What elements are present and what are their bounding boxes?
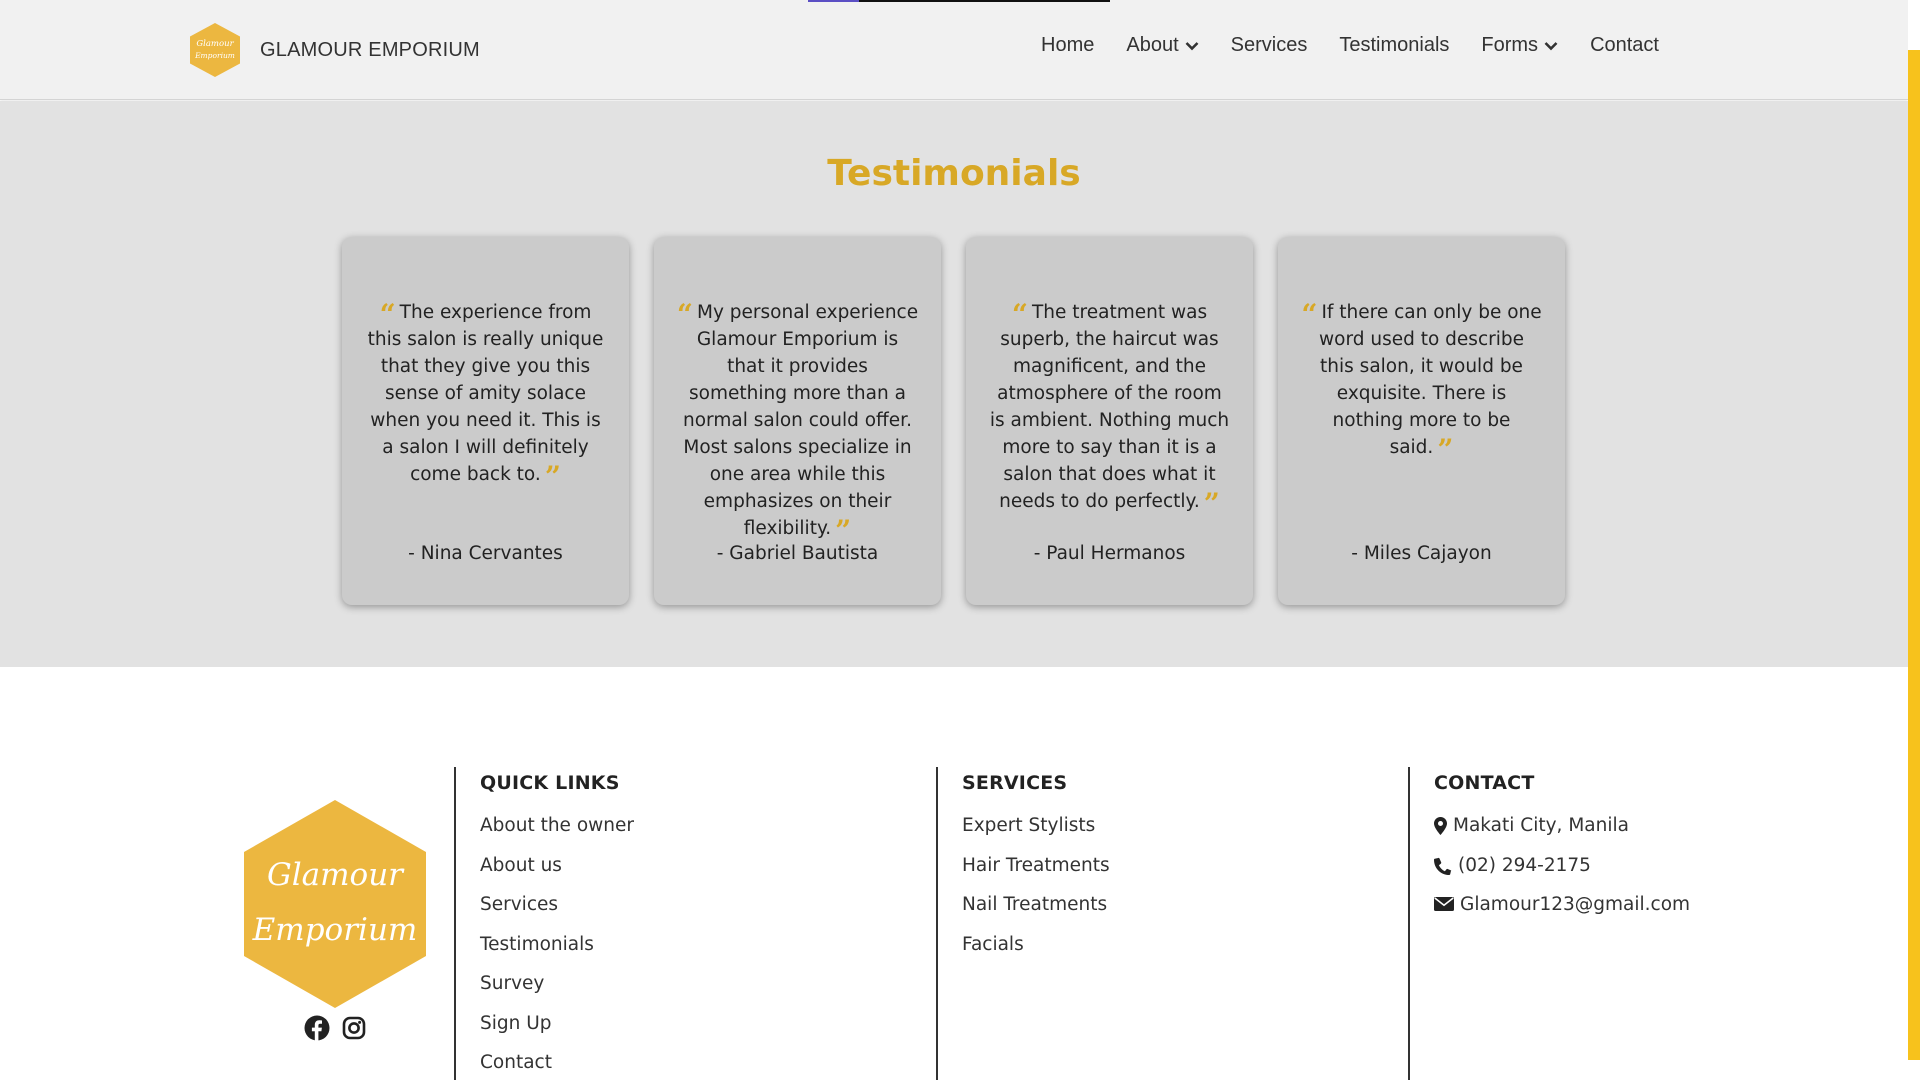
- testimonial-quote: “The treatment was superb, the haircut w…: [988, 298, 1231, 518]
- quote-open-icon: “: [676, 298, 693, 331]
- service-link-nail-treatments[interactable]: Nail Treatments: [962, 894, 1408, 934]
- chevron-down-icon: [1544, 41, 1558, 50]
- footer-logo-line1: Glamour: [267, 857, 405, 893]
- testimonial-author: - Paul Hermanos: [1033, 543, 1186, 564]
- contact-text: (02) 294-2175: [1458, 854, 1591, 876]
- quick-link-contact[interactable]: Contact: [480, 1052, 936, 1080]
- quick-link-survey[interactable]: Survey: [480, 973, 936, 1013]
- services-list: Expert Stylists Hair Treatments Nail Treat…: [962, 815, 1408, 973]
- testimonial-author: - Gabriel Bautista: [716, 543, 879, 564]
- testimonial-quote-text: The treatment was superb, the haircut wa…: [989, 302, 1230, 512]
- scrollbar-thumb[interactable]: [1908, 50, 1920, 1061]
- navbar: Glamour Emporium GLAMOUR EMPORIUM Home Ab…: [0, 0, 1908, 100]
- testimonial-card: “The treatment was superb, the haircut w…: [966, 237, 1253, 605]
- quick-link-sign-up[interactable]: Sign Up: [480, 1013, 936, 1053]
- phone-icon: [1434, 855, 1458, 881]
- quote-close-icon: ”: [1203, 487, 1220, 520]
- quote-open-icon: “: [379, 298, 396, 331]
- contact-item-envelope: Glamour123@gmail.com: [1434, 894, 1828, 934]
- nav-link-home[interactable]: Home: [1041, 34, 1094, 57]
- nav-link-services[interactable]: Services: [1231, 34, 1308, 57]
- quick-links-list: About the owner About us Services Testimoni…: [480, 815, 936, 1080]
- contact-text: Glamour123@gmail.com: [1460, 894, 1691, 915]
- testimonial-quote-text: The experience from this salon is really…: [367, 302, 604, 485]
- testimonial-quote-text: If there can only be one word used to de…: [1319, 302, 1542, 458]
- quote-open-icon: “: [1301, 298, 1318, 331]
- testimonial-card: “The experience from this salon is reall…: [342, 237, 629, 605]
- nav-link-label: Testimonials: [1339, 34, 1450, 56]
- contact-item-phone: (02) 294-2175: [1434, 855, 1828, 895]
- brand-name: GLAMOUR EMPORIUM: [260, 38, 480, 61]
- reading-progress-bar: [808, 0, 1110, 2]
- instagram-icon[interactable]: [341, 1015, 367, 1045]
- quick-links-heading: QUICK LINKS: [480, 772, 620, 794]
- envelope-icon: [1434, 894, 1460, 918]
- page-scrollbar[interactable]: [1908, 0, 1920, 1080]
- nav-link-about[interactable]: About: [1126, 34, 1199, 57]
- footer-services: SERVICES Expert Stylists Hair Treatments N…: [936, 767, 1408, 1080]
- service-link-expert-stylists[interactable]: Expert Stylists: [962, 815, 1408, 855]
- testimonial-author: - Miles Cajayon: [1351, 543, 1492, 564]
- testimonials-section: Testimonials “The experience from this s…: [0, 101, 1908, 667]
- quick-link-about-the-owner[interactable]: About the owner: [480, 815, 936, 855]
- nav-link-label: Services: [1230, 34, 1308, 56]
- nav-link-testimonials[interactable]: Testimonials: [1339, 34, 1449, 57]
- footer: Glamour Emporium QUICK LINKS About the o…: [0, 667, 1908, 1080]
- testimonial-author: - Nina Cervantes: [408, 543, 563, 564]
- contact-item-map-marker: Makati City, Manila: [1434, 815, 1828, 855]
- testimonial-card: “If there can only be one word used to d…: [1278, 237, 1565, 605]
- testimonial-card: “My personal experience Glamour Emporium…: [654, 237, 941, 605]
- contact-list: Makati City, Manila (02) 294-2175 Glamour1…: [1434, 815, 1828, 934]
- testimonial-quote: “My personal experience Glamour Emporium…: [676, 298, 919, 545]
- testimonial-cards: “The experience from this salon is reall…: [342, 237, 1565, 605]
- testimonial-quote-text: My personal experience Glamour Emporium …: [683, 302, 919, 539]
- nav-link-label: Forms: [1481, 34, 1539, 56]
- contact-text: Makati City, Manila: [1453, 815, 1629, 836]
- quick-link-about-us[interactable]: About us: [480, 855, 936, 895]
- footer-quick-links: QUICK LINKS About the owner About us Servi…: [454, 767, 936, 1080]
- brand-logo-line2: Emporium: [194, 51, 235, 60]
- service-link-hair-treatments[interactable]: Hair Treatments: [962, 855, 1408, 895]
- testimonial-quote: “The experience from this salon is reall…: [364, 298, 607, 491]
- quote-open-icon: “: [1011, 298, 1028, 331]
- quote-close-icon: ”: [1437, 433, 1454, 466]
- nav-link-forms[interactable]: Forms: [1481, 34, 1558, 57]
- quick-link-testimonials[interactable]: Testimonials: [480, 934, 936, 974]
- service-link-facials[interactable]: Facials: [962, 934, 1408, 974]
- nav-link-label: Home: [1041, 34, 1095, 56]
- nav-links: Home About Services Testimonials Forms Contac…: [1009, 34, 1659, 57]
- facebook-icon[interactable]: [304, 1015, 330, 1045]
- quick-link-services[interactable]: Services: [480, 894, 936, 934]
- footer-contact: CONTACT Makati City, Manila (02) 294-2175…: [1408, 767, 1828, 1080]
- testimonials-title: Testimonials: [827, 153, 1081, 194]
- brand-logo-icon: Glamour Emporium: [190, 23, 240, 77]
- brand-link[interactable]: Glamour Emporium GLAMOUR EMPORIUM: [190, 22, 480, 78]
- reading-progress-fill: [808, 0, 860, 2]
- services-heading: SERVICES: [962, 772, 1068, 794]
- quote-close-icon: ”: [544, 460, 561, 493]
- map-marker-icon: [1434, 815, 1453, 841]
- brand-logo-line1: Glamour: [196, 39, 234, 49]
- nav-link-label: About: [1126, 34, 1179, 56]
- contact-heading: CONTACT: [1434, 772, 1535, 794]
- footer-logo-line2: Emporium: [252, 912, 418, 948]
- social-links: [304, 1015, 378, 1045]
- nav-link-contact[interactable]: Contact: [1590, 34, 1659, 57]
- nav-link-label: Contact: [1590, 34, 1659, 56]
- testimonial-quote: “If there can only be one word used to d…: [1300, 298, 1543, 464]
- footer-logo-icon: Glamour Emporium: [244, 800, 426, 1008]
- chevron-down-icon: [1185, 41, 1199, 50]
